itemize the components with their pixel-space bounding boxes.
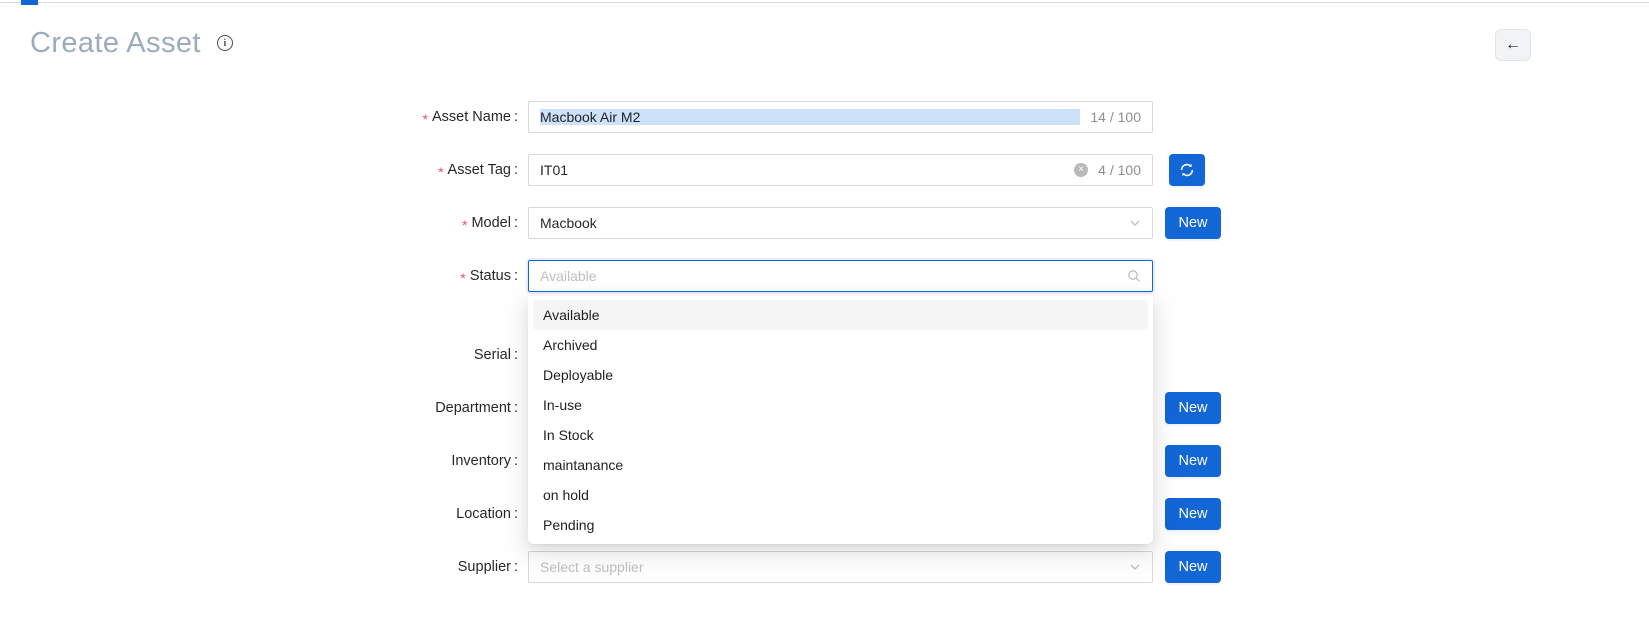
dropdown-option[interactable]: maintanance bbox=[533, 450, 1148, 480]
dropdown-option[interactable]: Pending bbox=[533, 510, 1148, 540]
label-colon: : bbox=[514, 162, 518, 178]
label-text: Asset Tag bbox=[448, 162, 511, 178]
department-label: Department : bbox=[0, 400, 528, 416]
label-text: Model bbox=[471, 215, 511, 231]
status-label: * Status : bbox=[0, 268, 528, 285]
page-title: Create Asset bbox=[30, 26, 201, 60]
asset-tag-value: IT01 bbox=[540, 162, 1066, 178]
page-header: Create Asset i bbox=[30, 26, 233, 60]
required-asterisk: * bbox=[462, 218, 467, 232]
model-select[interactable]: Macbook bbox=[528, 207, 1153, 239]
asset-name-input[interactable]: Macbook Air M2 14 / 100 bbox=[528, 101, 1153, 133]
label-colon: : bbox=[514, 506, 518, 522]
clear-circle-icon[interactable]: × bbox=[1074, 163, 1088, 177]
status-dropdown: Available Archived Deployable In-use In … bbox=[528, 296, 1153, 544]
label-text: Location bbox=[456, 506, 511, 522]
top-border bbox=[0, 2, 1649, 3]
new-supplier-button[interactable]: New bbox=[1165, 551, 1221, 583]
model-label: * Model : bbox=[0, 215, 528, 232]
label-text: Department bbox=[435, 400, 511, 416]
asset-tag-label: * Asset Tag : bbox=[0, 162, 528, 179]
chevron-down-icon bbox=[1129, 561, 1141, 573]
label-colon: : bbox=[514, 453, 518, 469]
dropdown-option[interactable]: In-use bbox=[533, 390, 1148, 420]
dropdown-option[interactable]: In Stock bbox=[533, 420, 1148, 450]
dropdown-option[interactable]: on hold bbox=[533, 480, 1148, 510]
label-colon: : bbox=[514, 400, 518, 416]
asset-name-label: * Asset Name : bbox=[0, 109, 528, 126]
label-text: Supplier bbox=[458, 559, 511, 575]
create-asset-form: * Asset Name : Macbook Air M2 14 / 100 *… bbox=[0, 101, 1221, 604]
new-model-button[interactable]: New bbox=[1165, 207, 1221, 239]
inventory-label: Inventory : bbox=[0, 453, 528, 469]
sync-icon bbox=[1179, 162, 1195, 178]
required-asterisk: * bbox=[438, 165, 443, 179]
form-row-asset-tag: * Asset Tag : IT01 × 4 / 100 bbox=[0, 154, 1221, 186]
supplier-select[interactable]: Select a supplier bbox=[528, 551, 1153, 583]
label-colon: : bbox=[514, 109, 518, 125]
supplier-label: Supplier : bbox=[0, 559, 528, 575]
label-text: Status bbox=[470, 268, 511, 284]
generate-tag-button[interactable] bbox=[1169, 154, 1205, 186]
status-select[interactable]: Available bbox=[528, 260, 1153, 292]
label-colon: : bbox=[514, 347, 518, 363]
required-asterisk: * bbox=[423, 112, 428, 126]
back-arrow-icon: ← bbox=[1505, 36, 1521, 54]
label-text: Serial bbox=[474, 347, 511, 363]
status-placeholder: Available bbox=[540, 268, 1119, 284]
new-inventory-button[interactable]: New bbox=[1165, 445, 1221, 477]
location-label: Location : bbox=[0, 506, 528, 522]
asset-name-value: Macbook Air M2 bbox=[540, 109, 1080, 125]
model-value: Macbook bbox=[540, 215, 1121, 231]
label-text: Asset Name bbox=[432, 109, 511, 125]
label-colon: : bbox=[514, 215, 518, 231]
form-row-supplier: Supplier : Select a supplier New bbox=[0, 551, 1221, 583]
new-location-button[interactable]: New bbox=[1165, 498, 1221, 530]
info-icon[interactable]: i bbox=[217, 35, 233, 51]
new-department-button[interactable]: New bbox=[1165, 392, 1221, 424]
label-text: Inventory bbox=[451, 453, 511, 469]
required-asterisk: * bbox=[460, 271, 465, 285]
asset-name-counter: 14 / 100 bbox=[1090, 109, 1141, 125]
form-row-model: * Model : Macbook New bbox=[0, 207, 1221, 239]
dropdown-option[interactable]: Archived bbox=[533, 330, 1148, 360]
top-accent-bar bbox=[21, 0, 38, 5]
back-button[interactable]: ← bbox=[1495, 29, 1531, 61]
label-colon: : bbox=[514, 559, 518, 575]
search-icon bbox=[1127, 269, 1141, 283]
chevron-down-icon bbox=[1129, 217, 1141, 229]
form-row-status: * Status : Available Available Arch bbox=[0, 260, 1221, 292]
dropdown-option[interactable]: Available bbox=[533, 300, 1148, 330]
supplier-placeholder: Select a supplier bbox=[540, 559, 1121, 575]
asset-tag-counter: 4 / 100 bbox=[1098, 162, 1141, 178]
serial-label: Serial : bbox=[0, 347, 528, 363]
dropdown-option[interactable]: Deployable bbox=[533, 360, 1148, 390]
form-row-asset-name: * Asset Name : Macbook Air M2 14 / 100 bbox=[0, 101, 1221, 133]
label-colon: : bbox=[514, 268, 518, 284]
asset-tag-input[interactable]: IT01 × 4 / 100 bbox=[528, 154, 1153, 186]
